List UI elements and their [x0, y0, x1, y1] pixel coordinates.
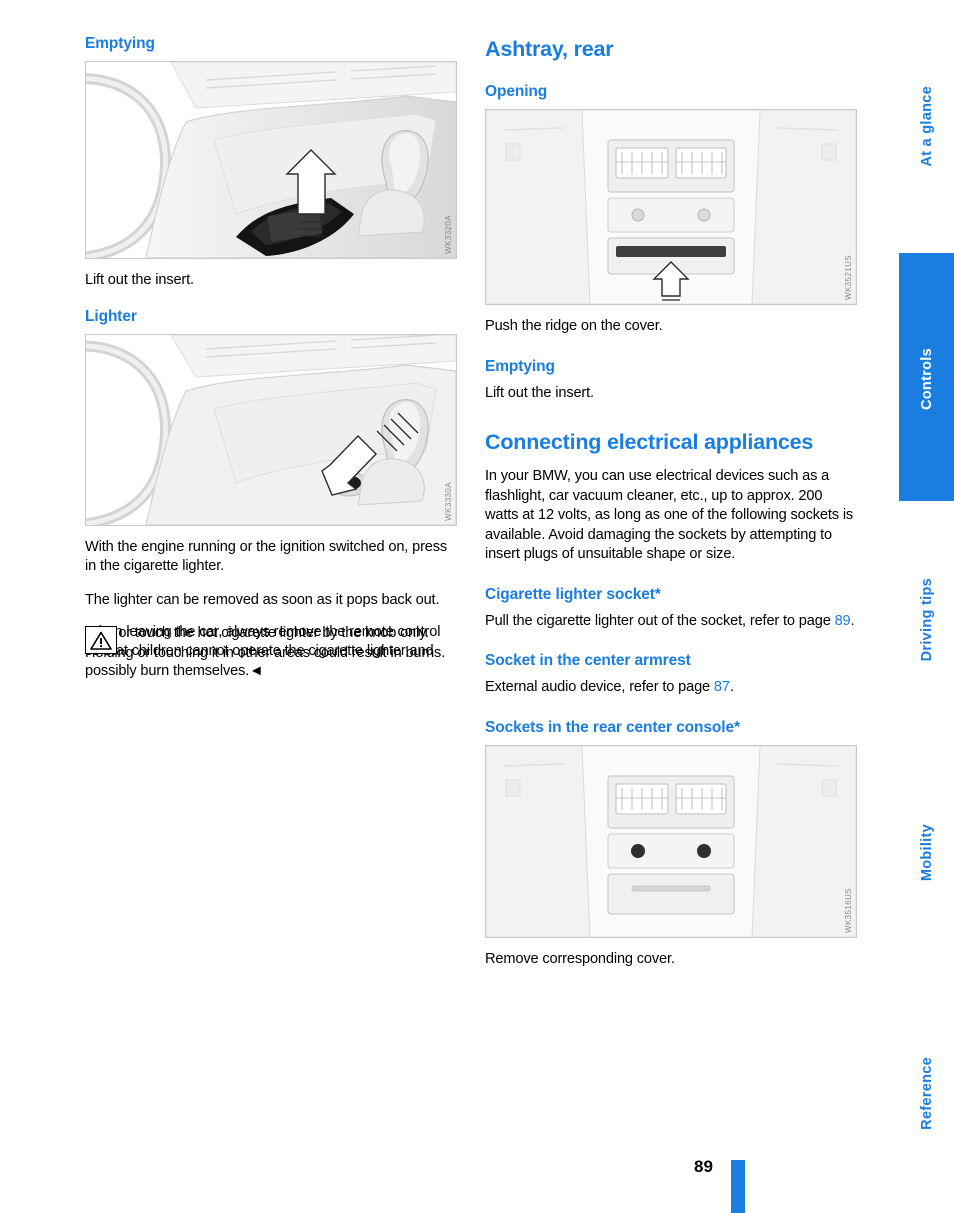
page-reference-89[interactable]: 89 — [835, 613, 851, 629]
cig-socket-text-after: . — [850, 612, 855, 629]
manual-page: Emptying WK3320A Lift out the insert. Li… — [0, 0, 954, 1213]
illustration-rear-center-console — [486, 110, 856, 304]
heading-lighter: Lighter — [85, 307, 137, 325]
tab-divider-1 — [899, 248, 954, 253]
text-connecting-appliances: In your BMW, you can use electrical devi… — [485, 468, 854, 562]
figure-code-2: WK3330A — [444, 481, 453, 521]
figure-rear-ashtray-opening: WK3521US — [485, 109, 857, 305]
tab-label-at-a-glance: At a glance — [918, 86, 935, 167]
figure-code-3: WK3521US — [844, 255, 853, 300]
figure-code-4: WK3516US — [844, 887, 853, 933]
heading-emptying-right: Emptying — [485, 357, 555, 375]
text-lighter-1: With the engine running or the ignition … — [85, 538, 448, 575]
text-rear-console: Remove corresponding cover. — [485, 950, 675, 967]
tab-label-controls: Controls — [918, 348, 935, 411]
tab-driving-tips[interactable]: Driving tips — [899, 506, 954, 733]
illustration-center-console-ashtray — [86, 62, 456, 258]
heading-cigarette-lighter-socket: Cigarette lighter socket* — [485, 585, 661, 603]
heading-opening: Opening — [485, 83, 548, 100]
page-reference-87[interactable]: 87 — [714, 679, 730, 695]
tab-divider-2 — [899, 501, 954, 506]
heading-socket-center-armrest: Socket in the center armrest — [485, 652, 691, 669]
tab-label-driving-tips: Driving tips — [918, 577, 935, 662]
page-number: 89 — [694, 1157, 713, 1176]
heading-ashtray-rear: Ashtray, rear — [485, 37, 614, 61]
text-cigarette-lighter-socket: Pull the cigarette lighter out of the so… — [485, 612, 857, 632]
heading-connecting-appliances: Connecting electrical appliances — [485, 430, 814, 454]
warning-triangle-icon — [85, 626, 117, 654]
right-column: Ashtray, rear Opening WK3521US Push the … — [485, 34, 857, 983]
armrest-text-after: . — [729, 679, 734, 695]
end-marker-icon: ◄ — [249, 662, 264, 679]
text-socket-center-armrest: External audio device, refer to page 87. — [485, 678, 857, 698]
tab-divider-3 — [899, 728, 954, 733]
figure-front-ashtray-emptying: WK3320A — [85, 61, 457, 259]
tab-at-a-glance[interactable]: At a glance — [899, 0, 954, 253]
tab-divider-4 — [899, 968, 954, 973]
warning-block: Hold or touch the hot cigarette lighter … — [85, 624, 457, 663]
warning-text-1-indent: Hold or touch the hot cigarette lighter … — [85, 624, 457, 663]
text-emptying-left: Lift out the insert. — [85, 272, 194, 288]
heading-emptying-left: Emptying — [85, 35, 155, 52]
tab-controls[interactable]: Controls — [899, 253, 954, 506]
text-opening: Push the ridge on the cover. — [485, 318, 663, 334]
figure-code-1: WK3320A — [444, 215, 453, 254]
warning-text-1: Hold or touch the hot cigarette lighter … — [85, 625, 446, 661]
chapter-tab-strip: At a glance Controls Driving tips Mobili… — [899, 0, 954, 1213]
illustration-rear-console-sockets — [486, 745, 856, 937]
heading-sockets-rear-console: Sockets in the rear center console* — [485, 718, 740, 736]
page-number-accent-bar — [731, 1160, 745, 1213]
tab-mobility[interactable]: Mobility — [899, 733, 954, 973]
tab-label-reference: Reference — [918, 1056, 935, 1130]
figure-cigarette-lighter: WK3330A — [85, 333, 457, 526]
illustration-lighter-socket — [86, 334, 456, 525]
text-lighter-2: The lighter can be removed as soon as it… — [85, 591, 440, 608]
figure-rear-console-sockets: WK3516US — [485, 744, 857, 938]
armrest-text-before: External audio device, refer to page — [485, 679, 714, 695]
cig-socket-text-before: Pull the cigarette lighter out of the so… — [485, 612, 835, 629]
tab-label-mobility: Mobility — [918, 824, 935, 882]
text-emptying-right: Lift out the insert. — [485, 384, 594, 401]
tab-reference[interactable]: Reference — [899, 973, 954, 1213]
left-column: Emptying WK3320A Lift out the insert. Li… — [85, 34, 457, 695]
